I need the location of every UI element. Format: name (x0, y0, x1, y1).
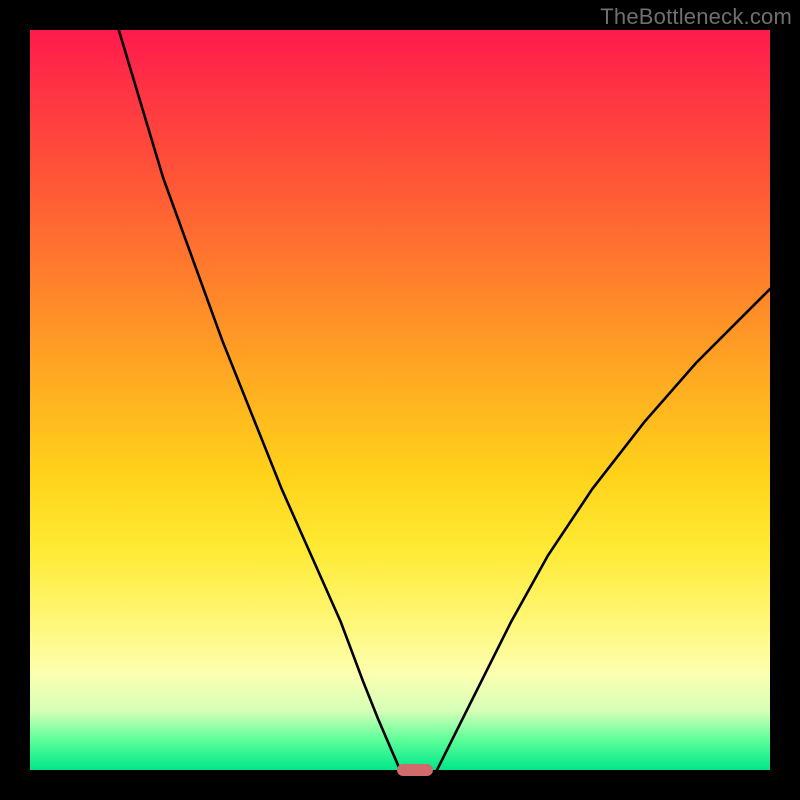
watermark-text: TheBottleneck.com (600, 4, 792, 30)
bottleneck-curve (30, 30, 770, 770)
chart-frame: TheBottleneck.com (0, 0, 800, 800)
chart-plot-area (30, 30, 770, 770)
optimum-marker (397, 764, 433, 776)
